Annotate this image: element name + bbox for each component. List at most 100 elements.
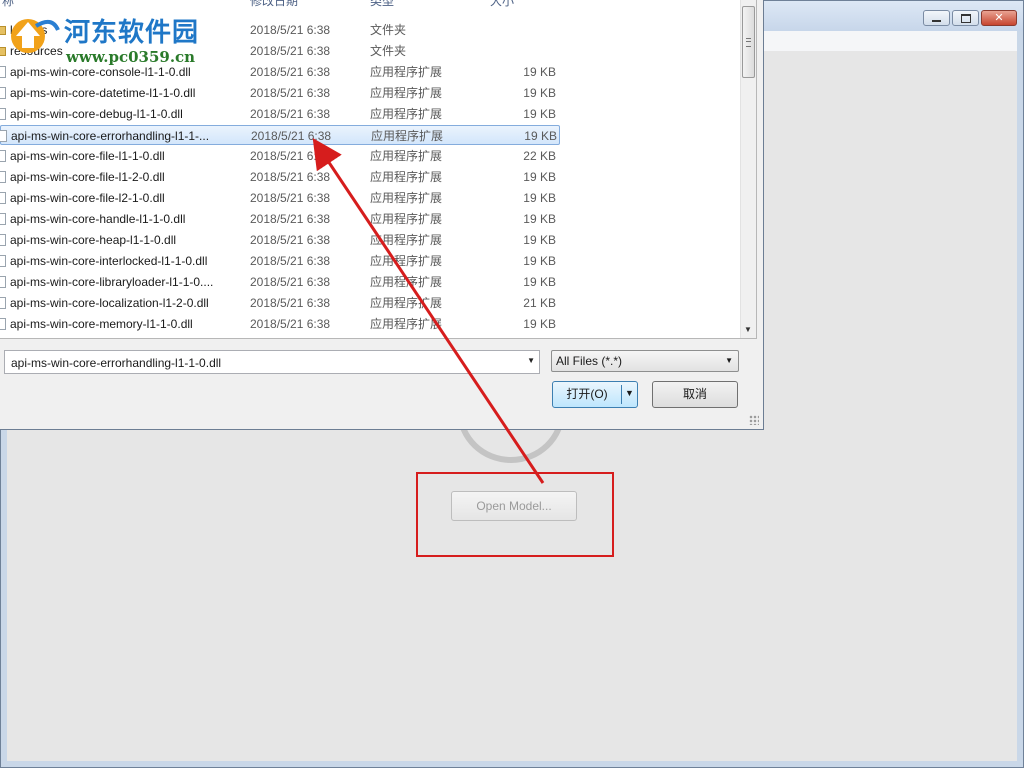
file-row[interactable]: api-ms-win-core-datetime-l1-1-0.dll 2018/… — [0, 83, 740, 103]
file-type: 应用程序扩展 — [370, 317, 443, 331]
file-row[interactable]: api-ms-win-core-interlocked-l1-1-0.dll 20… — [0, 251, 740, 271]
file-type-filter-select[interactable]: All Files (*.*) ▼ — [551, 350, 739, 372]
file-date: 2018/5/21 6:38 — [250, 296, 331, 310]
file-date: 2018/5/21 6:38 — [250, 233, 331, 247]
file-date: 2018/5/21 6:38 — [250, 191, 331, 205]
file-row-selected[interactable]: api-ms-win-core-errorhandling-l1-1-... 20… — [0, 125, 560, 145]
close-icon: ✕ — [994, 11, 1004, 24]
maximize-icon — [960, 13, 971, 23]
file-type: 应用程序扩展 — [370, 107, 443, 121]
dll-file-icon — [0, 192, 6, 204]
maximize-button[interactable] — [952, 10, 979, 26]
minimize-icon — [932, 19, 941, 22]
open-split-button[interactable]: 打开(O) ▼ — [552, 381, 638, 408]
file-type: 文件夹 — [370, 44, 407, 58]
file-type: 应用程序扩展 — [370, 296, 443, 310]
file-type: 应用程序扩展 — [370, 170, 443, 184]
file-name: api-ms-win-core-debug-l1-1-0.dll — [10, 107, 183, 121]
file-row[interactable]: locales 2018/5/21 6:38 文件夹 — [0, 20, 740, 40]
column-header-size[interactable]: 大小 — [490, 0, 514, 9]
dll-file-icon — [0, 276, 6, 288]
file-date: 2018/5/21 6:38 — [250, 86, 331, 100]
file-row[interactable]: resources 2018/5/21 6:38 文件夹 — [0, 41, 740, 61]
file-row[interactable]: api-ms-win-core-file-l1-1-0.dll 2018/5/21… — [0, 146, 740, 166]
file-name: api-ms-win-core-interlocked-l1-1-0.dll — [10, 254, 208, 268]
dll-file-icon — [0, 150, 6, 162]
chevron-down-icon[interactable]: ▼ — [527, 356, 535, 365]
dll-file-icon — [0, 318, 6, 330]
file-name: api-ms-win-core-file-l1-2-0.dll — [10, 170, 165, 184]
file-name: locales — [10, 23, 48, 37]
dll-file-icon — [0, 87, 6, 99]
dll-file-icon — [0, 234, 6, 246]
vertical-scrollbar[interactable]: ▼ — [740, 0, 756, 338]
scroll-down-arrow-icon[interactable]: ▼ — [744, 325, 752, 334]
window-controls: ✕ — [923, 10, 1017, 26]
dll-file-icon — [0, 108, 6, 120]
file-date: 2018/5/21 6:38 — [250, 275, 331, 289]
file-type: 应用程序扩展 — [370, 212, 443, 226]
filename-input[interactable] — [9, 351, 513, 375]
file-date: 2018/5/21 6:38 — [250, 107, 331, 121]
dll-file-icon — [0, 130, 7, 142]
column-header-row: 称 修改日期 类型 大小 — [0, 0, 740, 8]
split-divider — [621, 385, 622, 404]
file-type: 应用程序扩展 — [370, 233, 443, 247]
close-button[interactable]: ✕ — [981, 10, 1017, 26]
file-row[interactable]: api-ms-win-core-memory-l1-1-0.dll 2018/5/… — [0, 314, 740, 334]
file-date: 2018/5/21 6:38 — [250, 317, 331, 331]
file-row[interactable]: api-ms-win-core-file-l1-2-0.dll 2018/5/21… — [0, 167, 740, 187]
file-date: 2018/5/21 6:38 — [250, 149, 331, 163]
file-list[interactable]: 称 修改日期 类型 大小 locales 2018/5/21 6:38 文件夹 res… — [0, 0, 757, 339]
column-header-type[interactable]: 类型 — [370, 0, 394, 9]
file-size: 19 KB — [523, 86, 556, 100]
scrollbar-thumb[interactable] — [742, 6, 755, 78]
file-size: 19 KB — [523, 275, 556, 289]
file-row[interactable]: api-ms-win-core-debug-l1-1-0.dll 2018/5/2… — [0, 104, 740, 124]
file-size: 19 KB — [523, 317, 556, 331]
file-size: 22 KB — [523, 149, 556, 163]
file-size: 19 KB — [523, 65, 556, 79]
column-header-date[interactable]: 修改日期 — [250, 0, 298, 9]
dll-file-icon — [0, 213, 6, 225]
minimize-button[interactable] — [923, 10, 950, 26]
file-date: 2018/5/21 6:38 — [250, 44, 331, 58]
file-row[interactable]: api-ms-win-core-handle-l1-1-0.dll 2018/5/… — [0, 209, 740, 229]
filename-combobox[interactable]: ▼ — [4, 350, 540, 375]
dll-file-icon — [0, 171, 6, 183]
file-row[interactable]: api-ms-win-core-heap-l1-1-0.dll 2018/5/21… — [0, 230, 740, 250]
file-name: api-ms-win-core-libraryloader-l1-1-0.... — [10, 275, 214, 289]
file-row[interactable]: api-ms-win-core-file-l2-1-0.dll 2018/5/21… — [0, 188, 740, 208]
chevron-down-icon: ▼ — [725, 356, 733, 365]
file-name: api-ms-win-core-errorhandling-l1-1-... — [11, 129, 210, 143]
open-button-label[interactable]: 打开(O) — [553, 382, 621, 407]
file-size: 19 KB — [523, 254, 556, 268]
file-type: 应用程序扩展 — [370, 275, 443, 289]
file-date: 2018/5/21 6:38 — [251, 129, 332, 143]
file-size: 19 KB — [523, 191, 556, 205]
file-row[interactable]: api-ms-win-core-console-l1-1-0.dll 2018/5… — [0, 62, 740, 82]
cancel-button[interactable]: 取消 — [652, 381, 738, 408]
file-date: 2018/5/21 6:38 — [250, 65, 331, 79]
column-header-name[interactable]: 称 — [2, 0, 14, 9]
resize-grip-icon[interactable] — [749, 415, 759, 425]
file-name: api-ms-win-core-handle-l1-1-0.dll — [10, 212, 186, 226]
folder-icon — [0, 47, 6, 56]
dll-file-icon — [0, 255, 6, 267]
file-size: 19 KB — [523, 107, 556, 121]
file-type: 应用程序扩展 — [370, 254, 443, 268]
file-name: api-ms-win-core-file-l2-1-0.dll — [10, 191, 165, 205]
file-type-filter-value: All Files (*.*) — [556, 354, 623, 368]
file-size: 19 KB — [524, 129, 557, 143]
file-size: 19 KB — [523, 170, 556, 184]
file-row[interactable]: api-ms-win-core-libraryloader-l1-1-0....… — [0, 272, 740, 292]
file-name: api-ms-win-core-localization-l1-2-0.dll — [10, 296, 209, 310]
file-date: 2018/5/21 6:38 — [250, 212, 331, 226]
file-type: 文件夹 — [370, 23, 407, 37]
open-dropdown-arrow-icon[interactable]: ▼ — [625, 388, 634, 398]
file-name: api-ms-win-core-memory-l1-1-0.dll — [10, 317, 193, 331]
file-row[interactable]: api-ms-win-core-localization-l1-2-0.dll 2… — [0, 293, 740, 313]
file-name: resources — [10, 44, 63, 58]
file-size: 19 KB — [523, 233, 556, 247]
file-type: 应用程序扩展 — [371, 129, 444, 143]
